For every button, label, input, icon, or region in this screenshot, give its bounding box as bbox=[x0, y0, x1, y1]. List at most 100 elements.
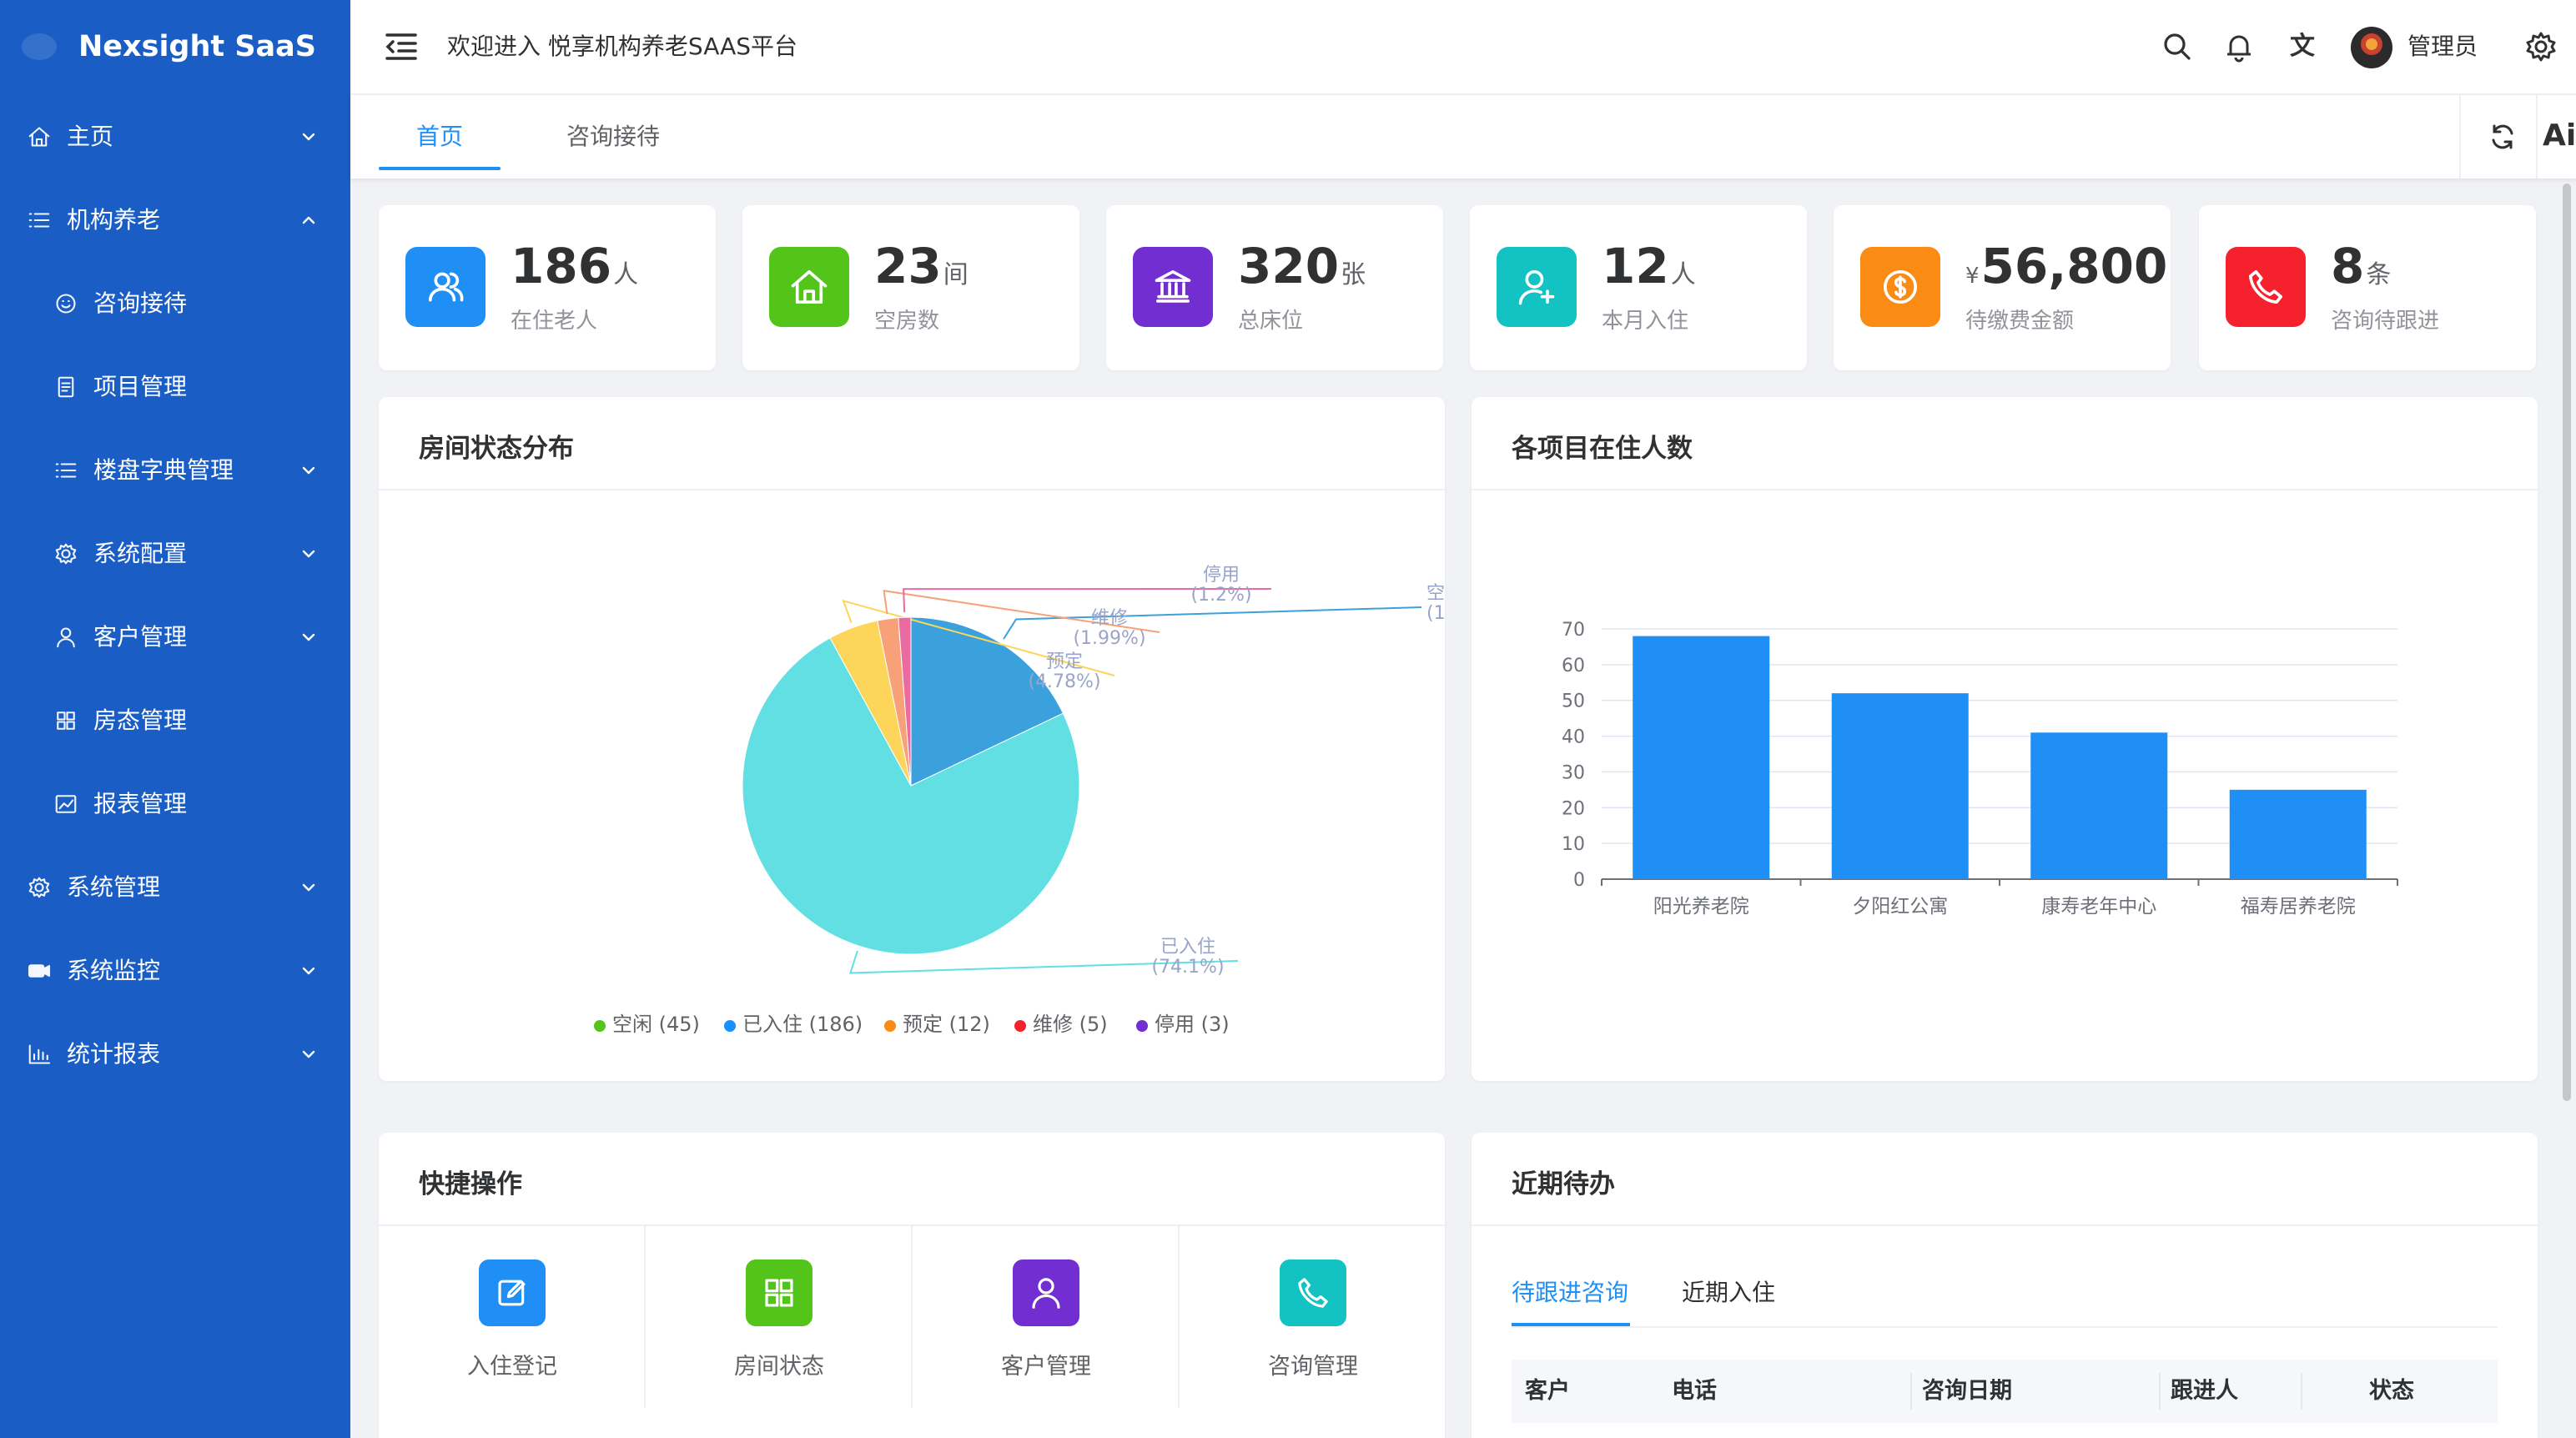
sidebar-item-5[interactable]: 系统配置 bbox=[0, 520, 350, 587]
pie-slice-percent: (4.78%) bbox=[1028, 671, 1100, 692]
todo-column-header[interactable]: 咨询日期 bbox=[1922, 1375, 2156, 1408]
todo-tabs-divider bbox=[1512, 1326, 2498, 1328]
home-icon bbox=[769, 247, 849, 327]
sidebar-item-label: 系统管理 bbox=[67, 873, 161, 901]
smile-icon bbox=[52, 289, 80, 318]
todo-table-header: 客户 电话 咨询日期 跟进人 状态 bbox=[1512, 1360, 2498, 1423]
quick-action-button[interactable]: 入住登记 bbox=[379, 1224, 646, 1408]
legend-dot bbox=[594, 1020, 606, 1032]
stat-card[interactable]: 320张总床位 bbox=[1106, 205, 1443, 370]
document-icon bbox=[52, 373, 80, 401]
x-tick-label: 夕阳红公寓 bbox=[1852, 896, 1948, 918]
settings-gear-icon[interactable] bbox=[2524, 30, 2558, 63]
sidebar-item-6[interactable]: 客户管理 bbox=[0, 604, 350, 671]
quick-actions-title: 快捷操作 bbox=[419, 1169, 522, 1199]
grid-icon bbox=[746, 1260, 813, 1326]
sidebar-item-9[interactable]: 系统管理 bbox=[0, 854, 350, 921]
sidebar-item-label: 报表管理 bbox=[93, 790, 188, 817]
sidebar-item-label: 系统监控 bbox=[67, 957, 161, 984]
pie-slice-percent: (17.93%) bbox=[1426, 603, 1445, 624]
todo-column-header[interactable]: 状态 bbox=[2312, 1375, 2471, 1408]
ai-button[interactable]: Ai bbox=[2543, 115, 2576, 157]
quick-action-label: 咨询管理 bbox=[1268, 1354, 1358, 1380]
stat-card[interactable]: 8条 咨询待跟进 bbox=[2199, 205, 2536, 370]
translate-icon[interactable]: 文 bbox=[2284, 28, 2321, 65]
tabs-divider-2 bbox=[2536, 95, 2538, 178]
sidebar-item-2[interactable]: 咨询接待 bbox=[0, 270, 350, 337]
list-icon bbox=[25, 206, 53, 234]
quick-action-button[interactable]: 客户管理 bbox=[913, 1224, 1180, 1408]
pie-slice-label: 停用 bbox=[1203, 565, 1240, 586]
stat-value: 12人 bbox=[1602, 238, 1696, 294]
stat-value: 320张 bbox=[1238, 238, 1366, 294]
sidebar-item-1[interactable]: 机构养老 bbox=[0, 187, 350, 254]
sidebar-item-8[interactable]: 报表管理 bbox=[0, 771, 350, 837]
logo-icon bbox=[22, 33, 57, 60]
tab-home[interactable]: 首页 bbox=[379, 95, 501, 170]
logo[interactable]: Nexsight SaaS bbox=[0, 0, 350, 95]
y-tick-label: 70 bbox=[1562, 620, 1585, 641]
todo-tab-recent-checkin[interactable]: 近期入住 bbox=[1682, 1276, 1775, 1328]
quick-action-button[interactable]: 咨询管理 bbox=[1180, 1224, 1446, 1408]
pie-leader-line bbox=[1003, 606, 1422, 640]
todo-column-header[interactable]: 电话 bbox=[1672, 1375, 1905, 1408]
bar[interactable] bbox=[1633, 636, 1770, 879]
sidebar-item-3[interactable]: 项目管理 bbox=[0, 354, 350, 420]
stat-card[interactable]: 12人 本月入住 bbox=[1470, 205, 1807, 370]
pie-slice-percent: (1.2%) bbox=[1190, 585, 1251, 606]
quick-actions-card: 快捷操作 入住登记 房间状态 客户管理 咨询管理 bbox=[379, 1133, 1445, 1438]
sidebar-item-7[interactable]: 房态管理 bbox=[0, 687, 350, 754]
edit-icon bbox=[479, 1260, 546, 1326]
page-scrollbar[interactable] bbox=[2563, 184, 2571, 1101]
bell-icon[interactable] bbox=[2222, 30, 2256, 63]
sidebar-item-11[interactable]: 统计报表 bbox=[0, 1021, 350, 1088]
sidebar-item-10[interactable]: 系统监控 bbox=[0, 938, 350, 1004]
bar[interactable] bbox=[2030, 732, 2168, 879]
chart-line-icon bbox=[52, 790, 80, 818]
legend-dot bbox=[884, 1020, 896, 1032]
bar[interactable] bbox=[1831, 693, 1969, 879]
column-divider bbox=[2159, 1373, 2161, 1410]
sidebar-item-label: 咨询接待 bbox=[93, 289, 188, 317]
room-status-pie-chart: 空闲(17.93%) 已入住(74.1%) 预定(4.78%) 维修(1.99%) 停用… bbox=[742, 565, 1445, 978]
refresh-icon[interactable] bbox=[2488, 122, 2518, 152]
column-divider bbox=[1910, 1373, 1912, 1410]
x-tick-label: 福寿居养老院 bbox=[2241, 896, 2356, 918]
quick-action-button[interactable]: 房间状态 bbox=[646, 1224, 913, 1408]
sidebar-item-label: 主页 bbox=[67, 123, 114, 150]
bar[interactable] bbox=[2229, 789, 2367, 879]
sidebar-item-0[interactable]: 主页 bbox=[0, 103, 350, 170]
quick-action-label: 房间状态 bbox=[734, 1354, 824, 1380]
stat-card[interactable]: ¥56,800 待缴费金额 bbox=[1834, 205, 2171, 370]
search-icon[interactable] bbox=[2161, 30, 2194, 63]
x-tick-label: 阳光养老院 bbox=[1653, 896, 1749, 918]
coin-icon bbox=[1860, 247, 1940, 327]
x-tick-label: 康寿老年中心 bbox=[2041, 896, 2156, 918]
stat-card[interactable]: 186人 在住老人 bbox=[379, 205, 716, 370]
tab-consultation[interactable]: 咨询接待 bbox=[534, 95, 692, 170]
column-divider bbox=[2301, 1373, 2302, 1410]
legend-dot bbox=[1136, 1020, 1148, 1032]
pie-slice-label: 已入住 bbox=[1160, 937, 1215, 958]
stat-card[interactable]: 23间 空房数 bbox=[742, 205, 1079, 370]
pie-slice-percent: (1.99%) bbox=[1073, 628, 1145, 649]
stat-label: 总床位 bbox=[1238, 309, 1304, 334]
video-icon bbox=[25, 957, 53, 985]
y-tick-label: 10 bbox=[1562, 834, 1585, 855]
todo-column-header[interactable]: 客户 bbox=[1525, 1375, 1658, 1408]
y-tick-label: 0 bbox=[1573, 870, 1585, 891]
menu-fold-icon[interactable] bbox=[384, 32, 419, 62]
username[interactable]: 管理员 bbox=[2407, 30, 2478, 63]
todo-column-header[interactable]: 跟进人 bbox=[2171, 1375, 2304, 1408]
quick-action-label: 入住登记 bbox=[467, 1354, 557, 1380]
project-occupancy-bar-chart: 0 10 20 30 40 50 60 70 阳光养老院 夕阳红公寓 康寿老年中心 福寿居养老院 bbox=[1562, 620, 2398, 918]
todo-title: 近期待办 bbox=[1512, 1169, 1615, 1199]
sidebar-item-4[interactable]: 楼盘字典管理 bbox=[0, 437, 350, 504]
avatar[interactable] bbox=[2351, 27, 2392, 68]
todo-tab-follow-up[interactable]: 待跟进咨询 bbox=[1512, 1276, 1630, 1328]
users-icon bbox=[405, 247, 486, 327]
welcome-text: 欢迎进入 悦享机构养老SAAS平台 bbox=[447, 33, 798, 60]
quick-action-label: 客户管理 bbox=[1001, 1354, 1091, 1380]
user-add-icon bbox=[1497, 247, 1577, 327]
stat-label: 在住老人 bbox=[511, 309, 598, 334]
